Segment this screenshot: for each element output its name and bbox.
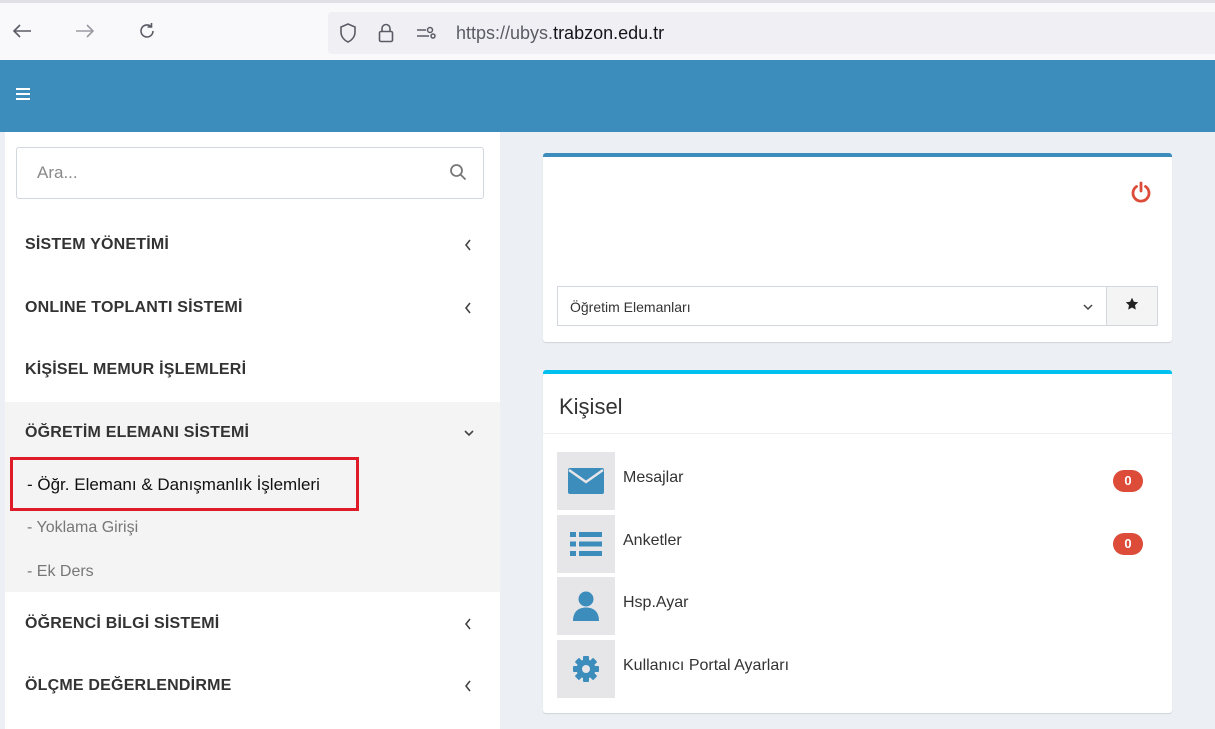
submenu-item-ek-ders[interactable]: - Ek Ders (27, 563, 94, 581)
shield-icon[interactable] (338, 23, 358, 43)
menu-item-label: ONLINE TOPLANTI SİSTEMİ (25, 299, 243, 316)
personal-item-hsp-ayar[interactable]: Hsp.Ayar (557, 577, 1157, 635)
address-bar[interactable]: https://ubys.trabzon.edu.tr (328, 12, 1215, 54)
star-icon (1125, 297, 1139, 316)
personal-item-anketler[interactable]: Anketler 0 (557, 515, 1157, 573)
divider (543, 433, 1172, 434)
chevron-down-icon (463, 426, 475, 442)
chevron-left-icon (463, 238, 475, 254)
sidebar: SİSTEM YÖNETİMİ ONLINE TOPLANTI SİSTEMİ … (5, 132, 500, 729)
hamburger-icon[interactable] (16, 87, 38, 105)
chevron-down-icon (1082, 300, 1094, 312)
chevron-left-icon (463, 679, 475, 695)
menu-item-label: SİSTEM YÖNETİMİ (25, 236, 170, 253)
personal-item-label: Kullanıcı Portal Ayarları (623, 657, 790, 674)
menu-item-ogrenci-bilgi[interactable]: ÖĞRENCİ BİLGİ SİSTEMİ (5, 594, 500, 656)
personal-panel: Kişisel Mesajlar 0 Anketler 0 Hsp.Ayar K… (543, 370, 1172, 713)
favorite-button[interactable] (1106, 286, 1158, 326)
menu-item-online-toplanti[interactable]: ONLINE TOPLANTI SİSTEMİ (5, 278, 500, 340)
search-icon[interactable] (449, 163, 469, 183)
browser-toolbar: https://ubys.trabzon.edu.tr (0, 0, 1215, 60)
menu-item-kisisel-memur[interactable]: KİŞİSEL MEMUR İŞLEMLERİ (5, 340, 500, 402)
role-select[interactable]: Öğretim Elemanları (557, 286, 1107, 326)
personal-item-label: Hsp.Ayar (623, 594, 689, 611)
lock-icon[interactable] (376, 23, 396, 43)
highlight-box (10, 457, 359, 511)
panel-title: Kişisel (559, 394, 623, 419)
menu-item-olcme-degerlendirme[interactable]: ÖLÇME DEĞERLENDİRME (5, 656, 500, 718)
app-header (0, 60, 1215, 132)
menu-item-ogretim-elemani[interactable]: ÖĞRETİM ELEMANI SİSTEMİ (5, 403, 500, 465)
list-icon (557, 515, 615, 573)
permissions-icon[interactable] (416, 23, 436, 43)
user-icon (557, 577, 615, 635)
gear-icon (557, 640, 615, 698)
power-icon[interactable] (1130, 181, 1152, 203)
envelope-icon (557, 452, 615, 510)
personal-item-portal-ayarlari[interactable]: Kullanıcı Portal Ayarları (557, 640, 1157, 698)
chevron-left-icon (463, 617, 475, 633)
count-badge: 0 (1113, 470, 1143, 492)
reload-icon[interactable] (134, 18, 160, 44)
personal-item-mesajlar[interactable]: Mesajlar 0 (557, 452, 1157, 510)
count-badge: 0 (1113, 533, 1143, 555)
back-arrow-icon[interactable] (9, 18, 35, 44)
url-text[interactable]: https://ubys.trabzon.edu.tr (456, 23, 664, 43)
user-panel: Öğretim Elemanları (543, 153, 1172, 342)
menu-item-sistem-yonetimi[interactable]: SİSTEM YÖNETİMİ (5, 215, 500, 277)
submenu-item-yoklama[interactable]: - Yoklama Girişi (27, 519, 138, 537)
search-input[interactable] (17, 148, 437, 198)
chevron-left-icon (463, 301, 475, 317)
role-select-value: Öğretim Elemanları (570, 299, 691, 315)
forward-arrow-icon[interactable] (72, 18, 98, 44)
menu-item-label: ÖLÇME DEĞERLENDİRME (25, 677, 232, 694)
menu-item-label: ÖĞRETİM ELEMANI SİSTEMİ (25, 424, 250, 441)
personal-item-label: Mesajlar (623, 469, 684, 486)
menu-item-label: KİŞİSEL MEMUR İŞLEMLERİ (25, 361, 247, 378)
menu-item-label: ÖĞRENCİ BİLGİ SİSTEMİ (25, 615, 220, 632)
personal-item-label: Anketler (623, 532, 682, 549)
search-box (16, 147, 484, 199)
